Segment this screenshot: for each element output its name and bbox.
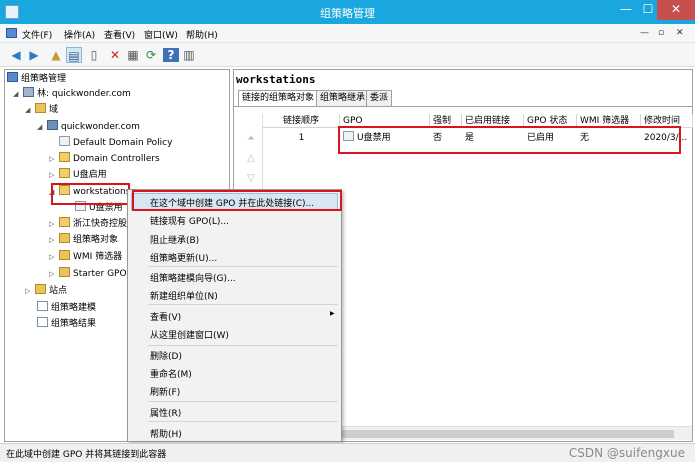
tab-linked-gpos[interactable]: 链接的组策略对象 [238, 90, 319, 107]
menu-separator [148, 421, 338, 422]
gpm-icon [7, 72, 18, 82]
forest-icon [23, 87, 34, 97]
show-tree-icon[interactable]: ▤ [66, 47, 82, 63]
minimize-button[interactable]: — [615, 0, 637, 20]
collapse-icon[interactable]: ◢ [13, 87, 23, 102]
back-icon[interactable]: ◀ [8, 47, 24, 63]
tree-item-starter-gpo[interactable]: ▷ Starter GPO [49, 267, 127, 282]
container-title: workstations [236, 73, 316, 86]
ou-icon [59, 217, 70, 227]
cell-order[interactable]: 1 [263, 130, 340, 146]
tree-item-usb-enable[interactable]: ▷ U盘启用 [49, 168, 107, 183]
collapse-icon[interactable]: ◢ [25, 103, 35, 118]
menu-item-block-inheritance[interactable]: 阻止继承(B) [150, 233, 199, 246]
maximize-button[interactable]: ☐ [637, 0, 659, 20]
move-down-icon[interactable]: ▽ [242, 170, 260, 188]
mdi-minimize-button[interactable]: — [640, 28, 649, 38]
menu-file[interactable]: 文件(F) [22, 28, 52, 41]
tab-inheritance[interactable]: 组策略继承 [316, 90, 370, 106]
results-icon [37, 317, 48, 327]
tree-item-default-domain-policy[interactable]: Default Domain Policy [59, 136, 172, 151]
view-icon[interactable]: ▥ [181, 47, 197, 63]
mdi-restore-button[interactable]: ▫ [658, 28, 664, 38]
toolbar: ◀ ▶ ▲ ▤ ▯ ✕ ▦ ⟳ ? ▥ [0, 43, 695, 67]
folder-icon [35, 284, 46, 294]
gpm-icon [6, 28, 17, 38]
tab-delegation[interactable]: 委派 [366, 90, 393, 106]
ou-icon [59, 168, 70, 178]
expand-icon[interactable]: ▷ [49, 168, 59, 183]
menu-bar: 文件(F) 操作(A) 查看(V) 窗口(W) 帮助(H) — ▫ ✕ [0, 24, 695, 43]
menu-item-new-window[interactable]: 从这里创建窗口(W) [150, 328, 229, 341]
menu-window[interactable]: 窗口(W) [144, 28, 178, 41]
menu-separator [148, 304, 338, 305]
expand-icon[interactable]: ▷ [49, 152, 59, 167]
folder-icon [59, 233, 70, 243]
context-menu: 在这个域中创建 GPO 并在此处链接(C)... 链接现有 GPO(L)... … [127, 189, 342, 442]
menu-item-help[interactable]: 帮助(H) [150, 427, 182, 440]
menu-help[interactable]: 帮助(H) [186, 28, 218, 41]
properties-icon[interactable]: ▦ [125, 47, 141, 63]
copy-icon[interactable]: ▯ [86, 47, 102, 63]
expand-icon[interactable]: ▷ [49, 217, 59, 232]
modeling-icon [37, 301, 48, 311]
folder-icon [59, 267, 70, 277]
folder-icon [59, 250, 70, 260]
mdi-close-button[interactable]: ✕ [676, 28, 684, 38]
tab-divider [234, 106, 692, 107]
menu-separator [148, 401, 338, 402]
tree-item-domain-controllers[interactable]: ▷ Domain Controllers [49, 152, 160, 167]
submenu-arrow-icon: ▶ [330, 310, 335, 317]
menu-item-delete[interactable]: 删除(D) [150, 349, 182, 362]
forward-icon[interactable]: ▶ [26, 47, 42, 63]
move-up-icon[interactable]: △ [242, 150, 260, 168]
highlight-create-gpo [132, 190, 342, 211]
highlight-gpo-row [338, 126, 681, 154]
tree-item-wmi-filters[interactable]: ▷ WMI 筛选器 [49, 250, 122, 265]
tree-item-gpo-objects[interactable]: ▷ 组策略对象 [49, 233, 118, 248]
tree-item-results[interactable]: 组策略结果 [37, 317, 96, 332]
tree-item-root[interactable]: 组策略管理 [7, 72, 66, 87]
tree-item-domain[interactable]: ◢ quickwonder.com [37, 120, 140, 135]
close-button[interactable]: ✕ [657, 0, 695, 20]
menu-item-gp-update[interactable]: 组策略更新(U)... [150, 251, 217, 264]
menu-action[interactable]: 操作(A) [64, 28, 95, 41]
delete-icon[interactable]: ✕ [107, 47, 123, 63]
menu-item-properties[interactable]: 属性(R) [150, 406, 181, 419]
menu-separator [148, 345, 338, 346]
status-text: 在此域中创建 GPO 并将其链接到此容器 [6, 450, 167, 460]
column-header[interactable]: 链接顺序 [263, 114, 340, 128]
domain-icon [47, 120, 58, 130]
help-icon[interactable]: ? [163, 48, 179, 62]
menu-item-modeling-wizard[interactable]: 组策略建模向导(G)... [150, 271, 236, 284]
gpo-link-icon [59, 136, 70, 146]
collapse-icon[interactable]: ◢ [37, 120, 47, 135]
expand-icon[interactable]: ▷ [49, 267, 59, 282]
expand-icon[interactable]: ▷ [49, 233, 59, 248]
highlight-workstations [51, 183, 130, 205]
expand-icon[interactable]: ▷ [49, 250, 59, 265]
folder-icon [35, 103, 46, 113]
refresh-icon[interactable]: ⟳ [143, 47, 159, 63]
expand-icon[interactable]: ▷ [25, 284, 35, 299]
ou-icon [59, 152, 70, 162]
menu-item-link-existing[interactable]: 链接现有 GPO(L)... [150, 214, 229, 227]
tree-item-sites[interactable]: ▷ 站点 [25, 284, 67, 299]
status-bar: 在此域中创建 GPO 并将其链接到此容器 CSDN @suifengxue [0, 443, 695, 462]
move-top-icon[interactable]: ⏶ [242, 130, 260, 148]
menu-item-rename[interactable]: 重命名(M) [150, 367, 192, 380]
window-title: 组策略管理 [320, 7, 375, 20]
tree-item-forest[interactable]: ◢ 林: quickwonder.com [13, 87, 131, 102]
title-bar: 组策略管理 — ☐ ✕ [0, 0, 695, 24]
menu-item-new-ou[interactable]: 新建组织单位(N) [150, 289, 218, 302]
tree-item-modeling[interactable]: 组策略建模 [37, 301, 96, 316]
menu-view[interactable]: 查看(V) [104, 28, 135, 41]
tree-item-zhejiang[interactable]: ▷ 浙江快奇控股 [49, 217, 127, 232]
watermark: CSDN @suifengxue [568, 446, 685, 460]
up-folder-icon[interactable]: ▲ [48, 47, 64, 63]
menu-separator [148, 266, 338, 267]
menu-item-view[interactable]: 查看(V) [150, 310, 181, 323]
menu-item-refresh[interactable]: 刷新(F) [150, 385, 180, 398]
tree-item-domains[interactable]: ◢ 域 [25, 103, 58, 118]
